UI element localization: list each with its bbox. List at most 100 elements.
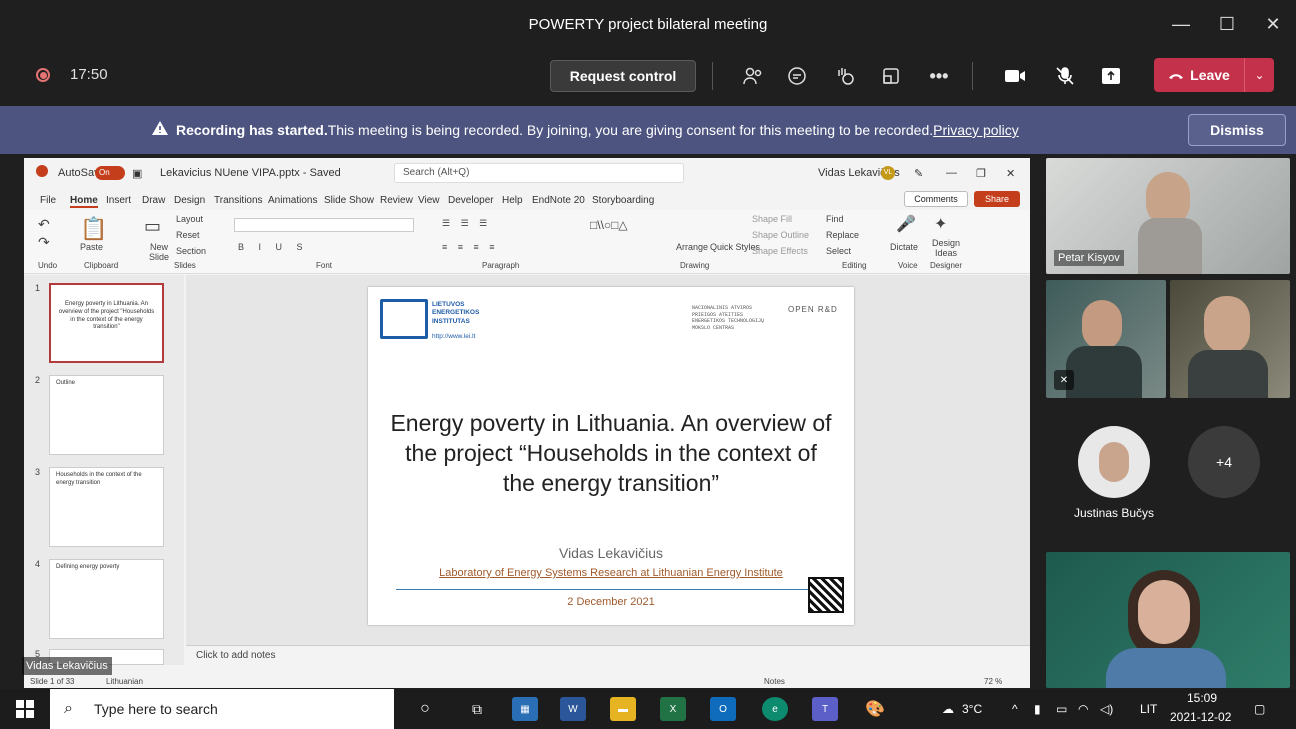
menu-file[interactable]: File [40, 195, 56, 206]
zoom-level[interactable]: 72 % [984, 677, 1002, 686]
participant-tile[interactable]: ✕ [1046, 280, 1166, 398]
request-control-button[interactable]: Request control [550, 60, 696, 92]
mic-muted-icon[interactable] [1048, 60, 1082, 92]
design-ideas-icon[interactable]: ✦ [934, 214, 947, 234]
input-language[interactable]: LIT [1140, 689, 1157, 729]
design-ideas-button[interactable]: Design Ideas [928, 238, 964, 258]
rooms-icon[interactable] [874, 60, 908, 92]
current-slide[interactable]: LIETUVOS ENERGETIKOS INSTITUTAS http://w… [368, 287, 854, 625]
menu-slide-show[interactable]: Slide Show [324, 195, 374, 206]
tray-chevron-icon[interactable]: ^ [1012, 689, 1018, 729]
network-icon[interactable]: ▮ [1034, 689, 1041, 729]
ppt-search-input[interactable]: Search (Alt+Q) [394, 163, 684, 183]
dismiss-button[interactable]: Dismiss [1188, 114, 1286, 146]
leave-chevron-down-icon[interactable]: ⌄ [1244, 58, 1274, 92]
maximize-button[interactable]: ☐ [1204, 0, 1250, 48]
menu-developer[interactable]: Developer [448, 195, 494, 206]
chat-icon[interactable] [780, 60, 814, 92]
teams-icon[interactable]: T [812, 697, 838, 721]
menu-help[interactable]: Help [502, 195, 523, 206]
shape-outline-button[interactable]: Shape Outline [752, 230, 809, 240]
reset-button[interactable]: Reset [176, 230, 200, 240]
notifications-icon[interactable]: ▢ [1254, 689, 1265, 729]
microphone-icon[interactable]: 🎤 [896, 214, 916, 234]
menu-storyboarding[interactable]: Storyboarding [592, 195, 654, 206]
slide-thumbnail[interactable]: Defining energy poverty [49, 559, 164, 639]
store-icon[interactable]: ▦ [512, 697, 538, 721]
participant-tile[interactable] [1046, 552, 1290, 688]
new-slide-icon[interactable]: ▭ [144, 216, 161, 237]
shape-effects-button[interactable]: Shape Effects [752, 246, 808, 256]
slide-thumbnail[interactable]: Households in the context of the energy … [49, 467, 164, 547]
menu-animations[interactable]: Animations [268, 195, 317, 206]
dictate-button[interactable]: Dictate [890, 242, 918, 252]
weather-icon[interactable]: ☁ [942, 689, 954, 729]
slide-thumbnail[interactable]: Energy poverty in Lithuania. An overview… [49, 283, 164, 363]
word-icon[interactable]: W [560, 697, 586, 721]
participants-icon[interactable] [736, 60, 770, 92]
paste-button[interactable]: Paste [80, 242, 103, 252]
select-button[interactable]: Select [826, 246, 851, 256]
menu-insert[interactable]: Insert [106, 195, 131, 206]
task-view-icon[interactable]: ⧉ [464, 697, 490, 721]
undo-icon[interactable]: ↶ [38, 216, 50, 233]
menu-home[interactable]: Home [70, 195, 98, 208]
redo-icon[interactable]: ↷ [38, 234, 50, 251]
wifi-icon[interactable]: ◠ [1078, 689, 1088, 729]
participant-tile[interactable] [1170, 280, 1290, 398]
slide-thumbnail[interactable]: Outline [49, 375, 164, 455]
shapes-gallery-icon[interactable]: □\\○□△ [590, 218, 628, 232]
bullets-icon[interactable]: ☰ ☰ ☰ [442, 218, 491, 229]
clock-time[interactable]: 15:09 [1172, 691, 1232, 705]
ppt-close-icon[interactable]: ✕ [1006, 167, 1015, 180]
outlook-icon[interactable]: O [710, 697, 736, 721]
shape-fill-button[interactable]: Shape Fill [752, 214, 792, 224]
align-icon[interactable]: ≡ ≡ ≡ ≡ [442, 242, 499, 252]
paint-icon[interactable]: 🎨 [862, 697, 888, 721]
edge-icon[interactable]: e [762, 697, 788, 721]
menu-draw[interactable]: Draw [142, 195, 165, 206]
new-slide-button[interactable]: New Slide [144, 242, 174, 262]
find-button[interactable]: Find [826, 214, 844, 224]
camera-icon[interactable] [998, 60, 1032, 92]
reactions-icon[interactable] [828, 60, 862, 92]
excel-icon[interactable]: X [660, 697, 686, 721]
paste-icon[interactable]: 📋 [80, 216, 107, 242]
replace-button[interactable]: Replace [826, 230, 859, 240]
participant-tile[interactable]: Petar Kisyov [1046, 158, 1290, 274]
more-participants-button[interactable]: +4 [1188, 426, 1260, 498]
status-language[interactable]: Lithuanian [106, 677, 143, 686]
share-button[interactable]: Share [974, 191, 1020, 207]
notes-pane[interactable]: Click to add notes [186, 645, 1030, 665]
file-explorer-icon[interactable]: ▬ [610, 697, 636, 721]
more-options-button[interactable]: ••• [922, 60, 956, 92]
save-icon[interactable]: ▣ [132, 167, 142, 180]
section-button[interactable]: Section [176, 246, 206, 256]
pen-icon[interactable]: ✎ [914, 167, 923, 180]
windows-start-icon[interactable] [16, 700, 34, 723]
clock-date[interactable]: 2021-12-02 [1170, 710, 1231, 724]
autosave-toggle[interactable]: On [95, 166, 125, 180]
menu-transitions[interactable]: Transitions [214, 195, 263, 206]
comments-button[interactable]: Comments [904, 191, 968, 207]
menu-endnote[interactable]: EndNote 20 [532, 195, 585, 206]
cortana-icon[interactable]: ○ [412, 697, 438, 721]
taskbar-search-input[interactable]: Type here to search [50, 689, 394, 729]
menu-review[interactable]: Review [380, 195, 413, 206]
privacy-policy-link[interactable]: Privacy policy [933, 122, 1019, 138]
ppt-user-avatar[interactable]: VL [881, 166, 895, 180]
font-format-buttons[interactable]: B I U S [238, 242, 309, 252]
battery-icon[interactable]: ▭ [1056, 689, 1067, 729]
notes-toggle[interactable]: Notes [764, 677, 785, 686]
volume-icon[interactable]: ◁) [1100, 689, 1113, 729]
share-screen-icon[interactable] [1094, 60, 1128, 92]
menu-view[interactable]: View [418, 195, 440, 206]
ppt-restore-icon[interactable]: ❐ [976, 167, 986, 180]
menu-design[interactable]: Design [174, 195, 205, 206]
leave-button[interactable]: Leave ⌄ [1154, 58, 1274, 92]
layout-button[interactable]: Layout [176, 214, 203, 224]
close-button[interactable]: ✕ [1250, 0, 1296, 48]
minimize-button[interactable]: — [1158, 0, 1204, 48]
font-name-dropdown[interactable] [234, 218, 414, 232]
participant-avatar[interactable] [1078, 426, 1150, 498]
